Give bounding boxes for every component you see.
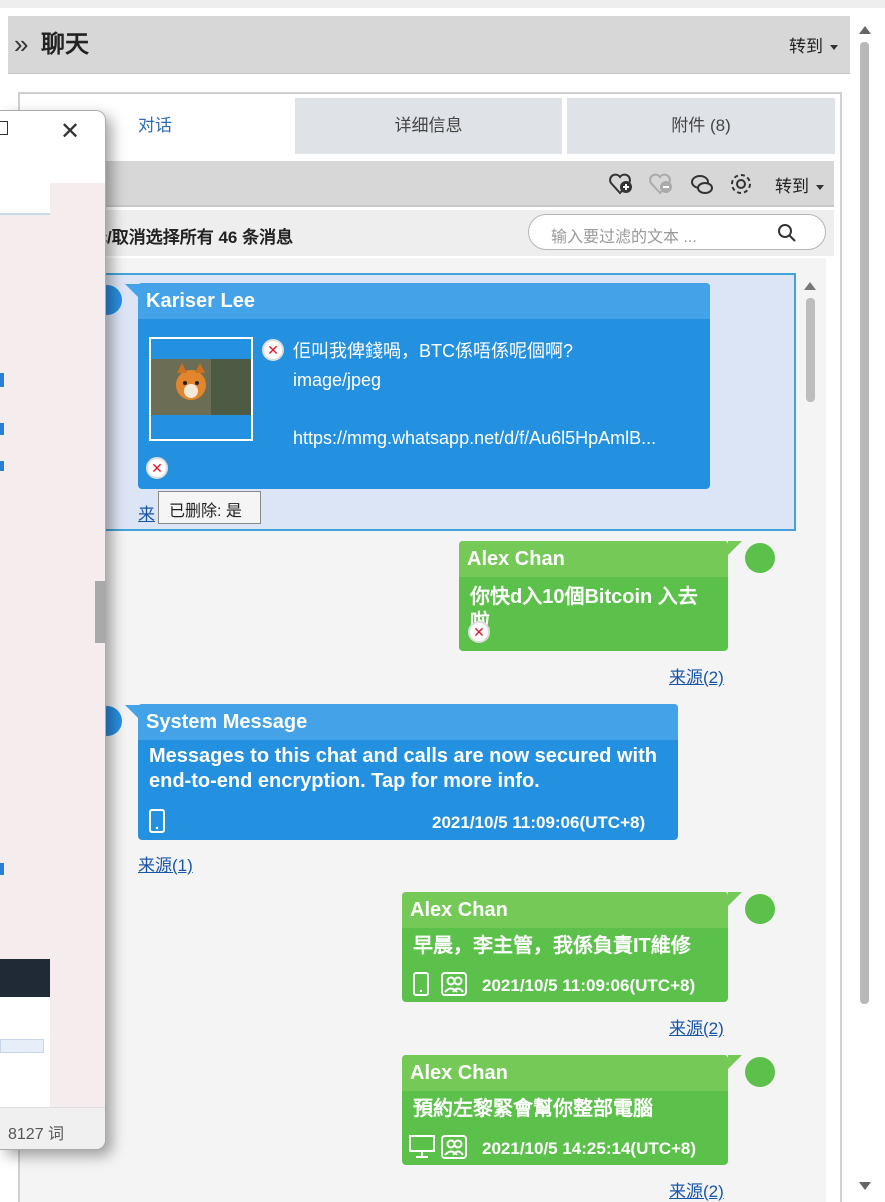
select-all-toggle[interactable]: 择/取消选择所有 46 条消息 xyxy=(90,223,293,248)
page-scrollbar[interactable] xyxy=(852,16,878,1202)
search-icon[interactable] xyxy=(777,223,797,243)
bubble-tail xyxy=(728,1055,742,1069)
sender-name: Alex Chan xyxy=(402,892,728,928)
goto-label: 转到 xyxy=(789,37,823,56)
message-text: Messages to this chat and calls are now … xyxy=(149,745,657,792)
deleted-x-icon: ✕ xyxy=(146,457,168,479)
source-link[interactable]: 来源(2) xyxy=(669,1014,724,1039)
attachment-url: https://mmg.whatsapp.net/d/f/Au6l5HpAmlB… xyxy=(293,428,657,448)
chat-bubbles-icon[interactable] xyxy=(689,171,715,197)
deleted-tooltip: 已删除: 是 xyxy=(158,491,261,524)
caret-down-icon xyxy=(816,185,824,191)
double-chevron-icon[interactable]: » xyxy=(14,30,28,58)
source-link[interactable]: 来 xyxy=(138,500,155,525)
header-goto-dropdown[interactable]: 转到 xyxy=(789,32,838,57)
overlay-content-fragment xyxy=(0,863,4,875)
overlay-content-fragment xyxy=(0,461,4,471)
fox-image-icon xyxy=(151,359,251,415)
chat-scrollbar-thumb[interactable] xyxy=(806,298,815,402)
chat-toolbar: 转到 xyxy=(20,161,834,207)
message-timestamp: 2021/10/5 14:25:14(UTC+8) xyxy=(482,1139,697,1158)
search-input[interactable]: 输入要过滤的文本 ... xyxy=(551,223,697,247)
thumbnail-dark-header xyxy=(0,959,50,997)
user-avatar-icon xyxy=(745,543,775,573)
scroll-up-arrow-icon[interactable] xyxy=(804,282,816,290)
word-count: 8127 词 xyxy=(8,1126,65,1143)
user-avatar-icon xyxy=(745,894,775,924)
message-text: 你快d入10個Bitcoin 入去啦 xyxy=(470,586,698,633)
overlay-preview-box xyxy=(0,155,50,215)
overlay-content-fragment xyxy=(0,373,4,387)
group-contacts-icon xyxy=(441,1135,467,1159)
deleted-x-icon: ✕ xyxy=(262,339,284,361)
add-tag-icon[interactable] xyxy=(608,171,634,197)
bubble-tail xyxy=(728,541,742,555)
sender-name: Kariser Lee xyxy=(138,283,710,319)
message-text: 早晨，李主管，我係負責IT維修 xyxy=(413,935,691,957)
close-icon[interactable]: ✕ xyxy=(60,117,80,146)
scroll-up-arrow-icon[interactable] xyxy=(859,26,871,34)
overlay-window[interactable]: ✕ 8127 词 xyxy=(0,110,106,1150)
message-text: 預約左黎緊會幫你整部電腦 xyxy=(413,1098,653,1120)
sender-name: System Message xyxy=(138,704,678,740)
restore-window-icon[interactable] xyxy=(0,121,8,135)
chat-scrollbar[interactable] xyxy=(800,272,820,1202)
message-bubble[interactable]: Kariser Lee 佢叫我俾錢喎，BTC係唔係呢個啊? image/jpeg… xyxy=(138,283,710,489)
overlay-screenshot-thumbnail xyxy=(0,959,50,1109)
remove-tag-icon[interactable] xyxy=(648,171,674,197)
scroll-down-arrow-icon[interactable] xyxy=(859,1182,871,1190)
source-link[interactable]: 来源(2) xyxy=(669,663,724,688)
bubble-tail xyxy=(125,705,139,719)
thumbnail-field xyxy=(0,1039,44,1053)
phone-icon xyxy=(149,809,165,833)
phone-icon xyxy=(413,972,429,996)
select-bar: 择/取消选择所有 46 条消息 输入要过滤的文本 ... xyxy=(20,210,834,256)
message-timestamp: 2021/10/5 11:09:06(UTC+8) xyxy=(432,813,646,832)
message-bubble[interactable]: Alex Chan 你快d入10個Bitcoin 入去啦 xyxy=(459,541,728,651)
bubble-tail xyxy=(125,284,139,298)
message-text: 佢叫我俾錢喎，BTC係唔係呢個啊? xyxy=(293,341,574,361)
chat-header: » 聊天 转到 xyxy=(8,16,850,74)
page-title: 聊天 xyxy=(41,31,89,58)
computer-icon xyxy=(409,1135,435,1158)
overlay-status-bar: 8127 词 xyxy=(0,1107,105,1149)
overlay-scrollbar-thumb[interactable] xyxy=(95,581,105,643)
overlay-content-fragment xyxy=(0,423,4,435)
deleted-x-icon: ✕ xyxy=(468,621,490,643)
toolbar-goto-dropdown[interactable]: 转到 xyxy=(775,172,824,197)
top-strip xyxy=(0,0,885,8)
caret-down-icon xyxy=(830,45,838,51)
toolbar-goto-label: 转到 xyxy=(775,177,809,196)
user-avatar-icon xyxy=(745,1057,775,1087)
group-contacts-icon xyxy=(441,972,467,996)
gear-icon[interactable] xyxy=(728,171,754,197)
message-timestamp: 2021/10/5 11:09:06(UTC+8) xyxy=(482,976,696,995)
attachment-mime-type: image/jpeg xyxy=(293,370,382,390)
source-link[interactable]: 来源(2) xyxy=(669,1177,724,1202)
filter-search-box[interactable]: 输入要过滤的文本 ... xyxy=(528,214,826,250)
bubble-tail xyxy=(728,892,742,906)
image-attachment[interactable] xyxy=(149,337,253,441)
source-link[interactable]: 来源(1) xyxy=(138,851,193,876)
tab-attachments[interactable]: 附件 (8) xyxy=(567,98,835,154)
page-scrollbar-thumb[interactable] xyxy=(860,42,869,1004)
tab-details[interactable]: 详细信息 xyxy=(295,98,562,154)
sender-name: Alex Chan xyxy=(402,1055,728,1091)
sender-name: Alex Chan xyxy=(459,541,728,577)
